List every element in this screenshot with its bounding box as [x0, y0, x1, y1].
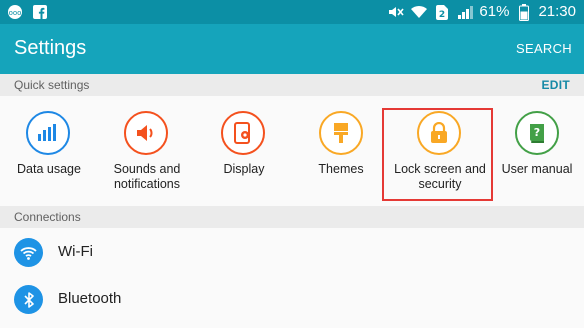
connections-header: Connections	[0, 206, 584, 228]
wifi-status-icon	[410, 4, 427, 21]
connections-label: Connections	[14, 210, 81, 224]
quick-setting-label: Sounds and notifications	[113, 162, 181, 191]
status-bar: ooo 2 61% 21:30	[0, 0, 584, 24]
speaker-icon	[124, 111, 168, 155]
search-button[interactable]: SEARCH	[516, 41, 572, 56]
app-bar: Settings SEARCH	[0, 24, 584, 74]
battery-icon	[515, 3, 532, 21]
quick-setting-label: Themes	[318, 162, 364, 176]
clock: 21:30	[538, 3, 576, 20]
mute-icon	[387, 4, 404, 21]
svg-text:ooo: ooo	[8, 9, 21, 17]
wifi-icon	[14, 238, 43, 267]
quick-settings-label: Quick settings	[14, 78, 90, 92]
facebook-notification-icon	[31, 3, 48, 20]
list-item-bluetooth[interactable]: Bluetooth	[0, 276, 584, 322]
highlight-box	[382, 108, 493, 201]
battery-percent: 61%	[479, 3, 510, 20]
list-item-label: Wi-Fi	[58, 243, 93, 260]
sim-icon: 2	[433, 4, 450, 21]
svg-text:?: ?	[534, 126, 540, 139]
book-icon: ?	[515, 111, 559, 155]
list-item-label: Bluetooth	[58, 290, 122, 307]
signal-icon	[456, 4, 473, 21]
edit-button[interactable]: EDIT	[541, 78, 570, 92]
data-usage-icon	[26, 111, 70, 155]
brush-icon	[319, 111, 363, 155]
quick-setting-label: User manual	[501, 162, 573, 176]
quick-settings-header: Quick settings EDIT	[0, 74, 584, 96]
svg-text:2: 2	[439, 10, 445, 20]
connections-list: Wi-Fi Bluetooth	[0, 228, 584, 328]
quick-setting-label: Data usage	[17, 162, 81, 176]
display-icon	[221, 111, 265, 155]
app-notification-icon: ooo	[6, 3, 23, 20]
quick-setting-label: Display	[223, 162, 265, 176]
list-item-wifi[interactable]: Wi-Fi	[0, 229, 584, 275]
page-title: Settings	[14, 37, 87, 59]
bluetooth-icon	[14, 285, 43, 314]
quick-settings-grid: Data usage Sounds and notifications Disp…	[0, 96, 584, 206]
